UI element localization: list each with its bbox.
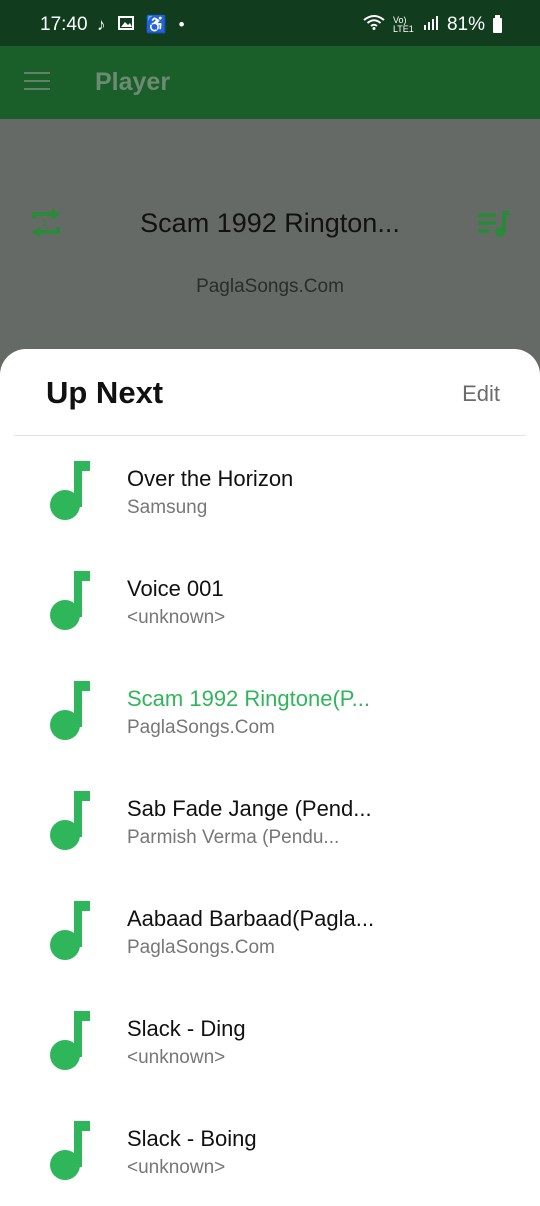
queue-music-icon[interactable] [476,209,512,239]
menu-icon[interactable] [24,72,50,92]
music-note-icon [50,1011,90,1070]
notification-icons: ♪ ♿ • [97,14,185,36]
app-bar: Player [0,46,540,119]
song-title: Slack - Ding [127,1016,246,1041]
image-icon [117,14,134,36]
edit-button[interactable]: Edit [462,381,500,407]
music-note-icon [50,571,90,630]
now-playing-title: Scam 1992 Rington... [140,208,400,238]
music-note-icon: ♪ [97,15,106,34]
music-note-icon [50,461,90,520]
song-artist: <unknown> [127,1047,226,1068]
song-title: Slack - Boing [127,1126,257,1151]
queue-item[interactable]: Slack - Boing <unknown> [0,1096,540,1206]
song-artist: PaglaSongs.Com [127,937,275,958]
dot-icon: • [178,15,185,34]
queue-item[interactable]: Voice 001 <unknown> [0,546,540,656]
battery-icon [493,14,502,33]
network-label: Vo) LTE1 [392,15,414,34]
music-note-icon [50,1121,90,1180]
now-playing-artist: PaglaSongs.Com [196,276,344,297]
song-title: Aabaad Barbaad(Pagla... [127,906,375,931]
music-note-icon [50,791,90,850]
song-title: Voice 001 [127,576,224,601]
up-next-title: Up Next [46,375,164,410]
status-time: 17:40 [40,14,88,35]
queue-list: Over the Horizon Samsung Voice 001 <unkn… [0,436,540,1206]
music-note-icon [50,681,90,740]
queue-item[interactable]: Slack - Ding <unknown> [0,986,540,1096]
page-title: Player [95,68,171,96]
song-title: Over the Horizon [127,466,294,491]
song-artist: <unknown> [127,607,226,628]
queue-item[interactable]: Sab Fade Jange (Pend... Parmish Verma (P… [0,766,540,876]
queue-item[interactable]: Over the Horizon Samsung [0,436,540,546]
status-right: Vo) LTE1 81% [363,14,502,36]
up-next-sheet: Up Next Edit Over the Horizon Samsung Vo… [0,349,540,1200]
song-artist: PaglaSongs.Com [127,717,275,738]
status-bar: 17:40 ♪ ♿ • Vo) LTE1 81% [0,0,540,46]
wifi-icon [363,14,385,36]
song-title: Sab Fade Jange (Pend... [127,796,372,821]
accessibility-icon: ♿ [145,15,167,34]
signal-icon [423,14,439,36]
song-title: Scam 1992 Ringtone(P... [127,686,370,711]
queue-item[interactable]: Aabaad Barbaad(Pagla... PaglaSongs.Com [0,876,540,986]
music-note-icon [50,901,90,960]
song-artist: Parmish Verma (Pendu... [127,827,340,848]
song-artist: Samsung [127,497,208,518]
queue-item-current[interactable]: Scam 1992 Ringtone(P... PaglaSongs.Com [0,656,540,766]
battery-percent: 81% [446,14,485,35]
song-artist: <unknown> [127,1157,226,1178]
